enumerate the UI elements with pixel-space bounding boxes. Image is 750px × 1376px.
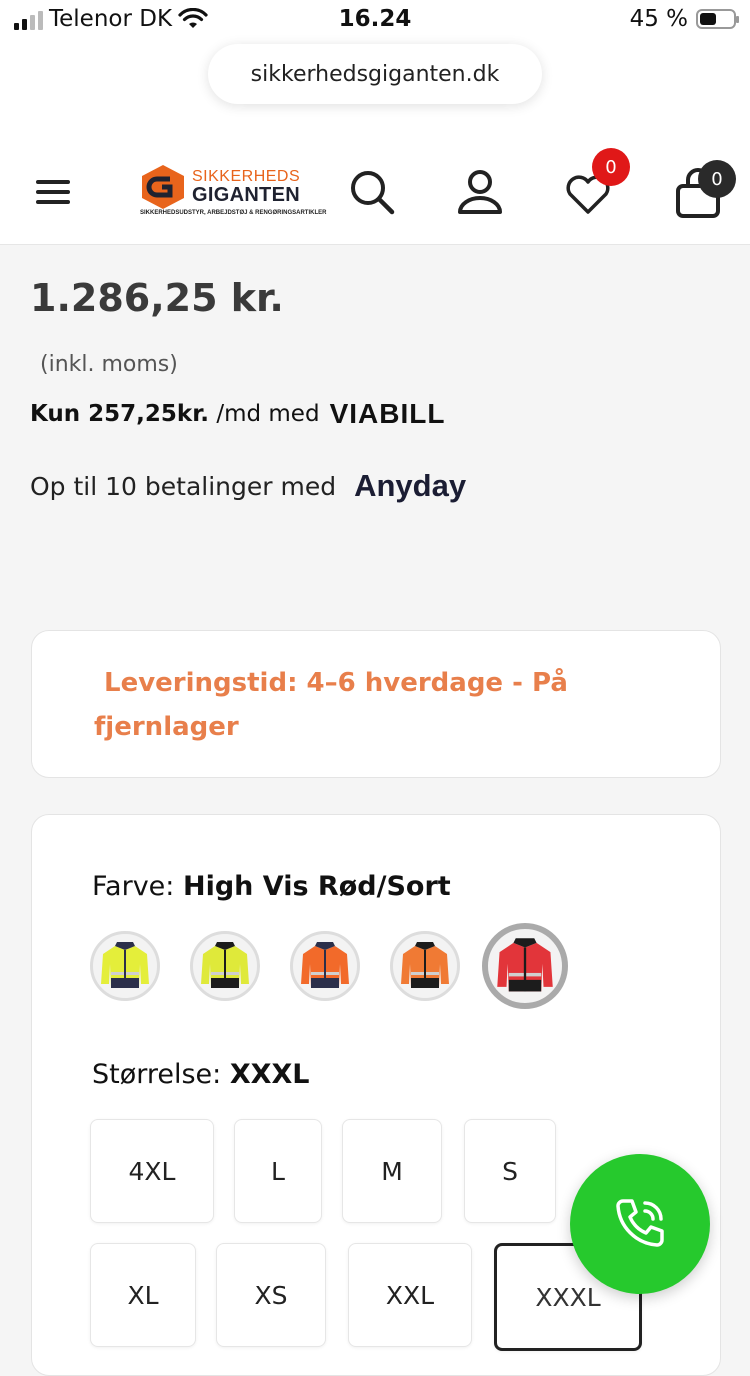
viabill-offer[interactable]: Kun 257,25kr. /md med VIABILL xyxy=(30,398,445,430)
url-field[interactable]: sikkerhedsgiganten.dk xyxy=(208,44,542,104)
jacket-icon xyxy=(497,938,553,992)
anyday-logo: Anyday xyxy=(354,468,467,503)
color-label-text: Farve: xyxy=(92,871,175,902)
product-price: 1.286,25 kr. xyxy=(30,276,284,320)
delivery-card: Leveringstid: 4–6 hverdage - På fjernlag… xyxy=(31,630,721,778)
vat-note: (inkl. moms) xyxy=(40,352,178,377)
anyday-text: Op til 10 betalinger med xyxy=(30,471,337,501)
account-icon[interactable] xyxy=(456,168,504,216)
color-swatch-high-vis-red-black[interactable] xyxy=(482,923,568,1009)
size-option-xs[interactable]: XS xyxy=(216,1243,326,1347)
color-label: Farve: High Vis Rød/Sort xyxy=(92,871,451,902)
size-option-m[interactable]: M xyxy=(342,1119,442,1223)
size-option-xxl[interactable]: XXL xyxy=(348,1243,472,1347)
site-logo[interactable]: SIKKERHEDS GIGANTEN SIKKERHEDSUDSTYR, AR… xyxy=(140,164,326,220)
viabill-logo: VIABILL xyxy=(329,398,446,429)
color-swatch-high-vis-orange-black[interactable] xyxy=(390,931,460,1001)
menu-icon[interactable] xyxy=(36,180,70,204)
battery-icon xyxy=(696,9,739,29)
site-header: SIKKERHEDS GIGANTEN SIKKERHEDSUDSTYR, AR… xyxy=(0,128,750,245)
jacket-icon xyxy=(201,942,249,988)
size-option-xl[interactable]: XL xyxy=(90,1243,196,1347)
size-option-4xl[interactable]: 4XL xyxy=(90,1119,214,1223)
search-icon[interactable] xyxy=(348,168,396,216)
status-right: 45 % xyxy=(629,6,739,32)
size-label: Størrelse: XXXL xyxy=(92,1059,310,1090)
size-value: XXXL xyxy=(229,1059,310,1090)
jacket-icon xyxy=(101,942,149,988)
jacket-icon xyxy=(301,942,349,988)
status-bar: Telenor DK 16.24 45 % xyxy=(0,0,750,44)
viabill-suffix: /md med xyxy=(209,401,320,427)
size-label-text: Størrelse: xyxy=(92,1059,222,1090)
battery-percent: 45 % xyxy=(629,6,688,32)
color-swatch-high-vis-orange-navy[interactable] xyxy=(290,931,360,1001)
color-swatch-high-vis-yellow-black[interactable] xyxy=(190,931,260,1001)
color-value: High Vis Rød/Sort xyxy=(182,871,451,902)
logo-mark-icon xyxy=(142,165,184,209)
jacket-icon xyxy=(401,942,449,988)
logo-tagline: SIKKERHEDSUDSTYR, ARBEJDSTØJ & RENGØRING… xyxy=(140,210,327,216)
size-option-s[interactable]: S xyxy=(464,1119,556,1223)
cart-count-badge: 0 xyxy=(698,160,736,198)
logo-text-main: GIGANTEN xyxy=(192,184,300,206)
call-button[interactable] xyxy=(570,1154,710,1294)
color-swatch-high-vis-yellow-navy[interactable] xyxy=(90,931,160,1001)
size-option-l[interactable]: L xyxy=(234,1119,322,1223)
phone-icon xyxy=(616,1199,664,1247)
variant-options: Farve: High Vis Rød/Sort Størrelse: XXXL… xyxy=(31,814,721,1376)
anyday-offer[interactable]: Op til 10 betalinger med Anyday xyxy=(30,468,466,504)
wishlist-count-badge: 0 xyxy=(592,148,630,186)
delivery-time: Leveringstid: 4–6 hverdage - På fjernlag… xyxy=(94,668,568,742)
browser-bar: sikkerhedsgiganten.dk xyxy=(0,44,750,128)
viabill-amount: Kun 257,25kr. xyxy=(30,401,210,427)
